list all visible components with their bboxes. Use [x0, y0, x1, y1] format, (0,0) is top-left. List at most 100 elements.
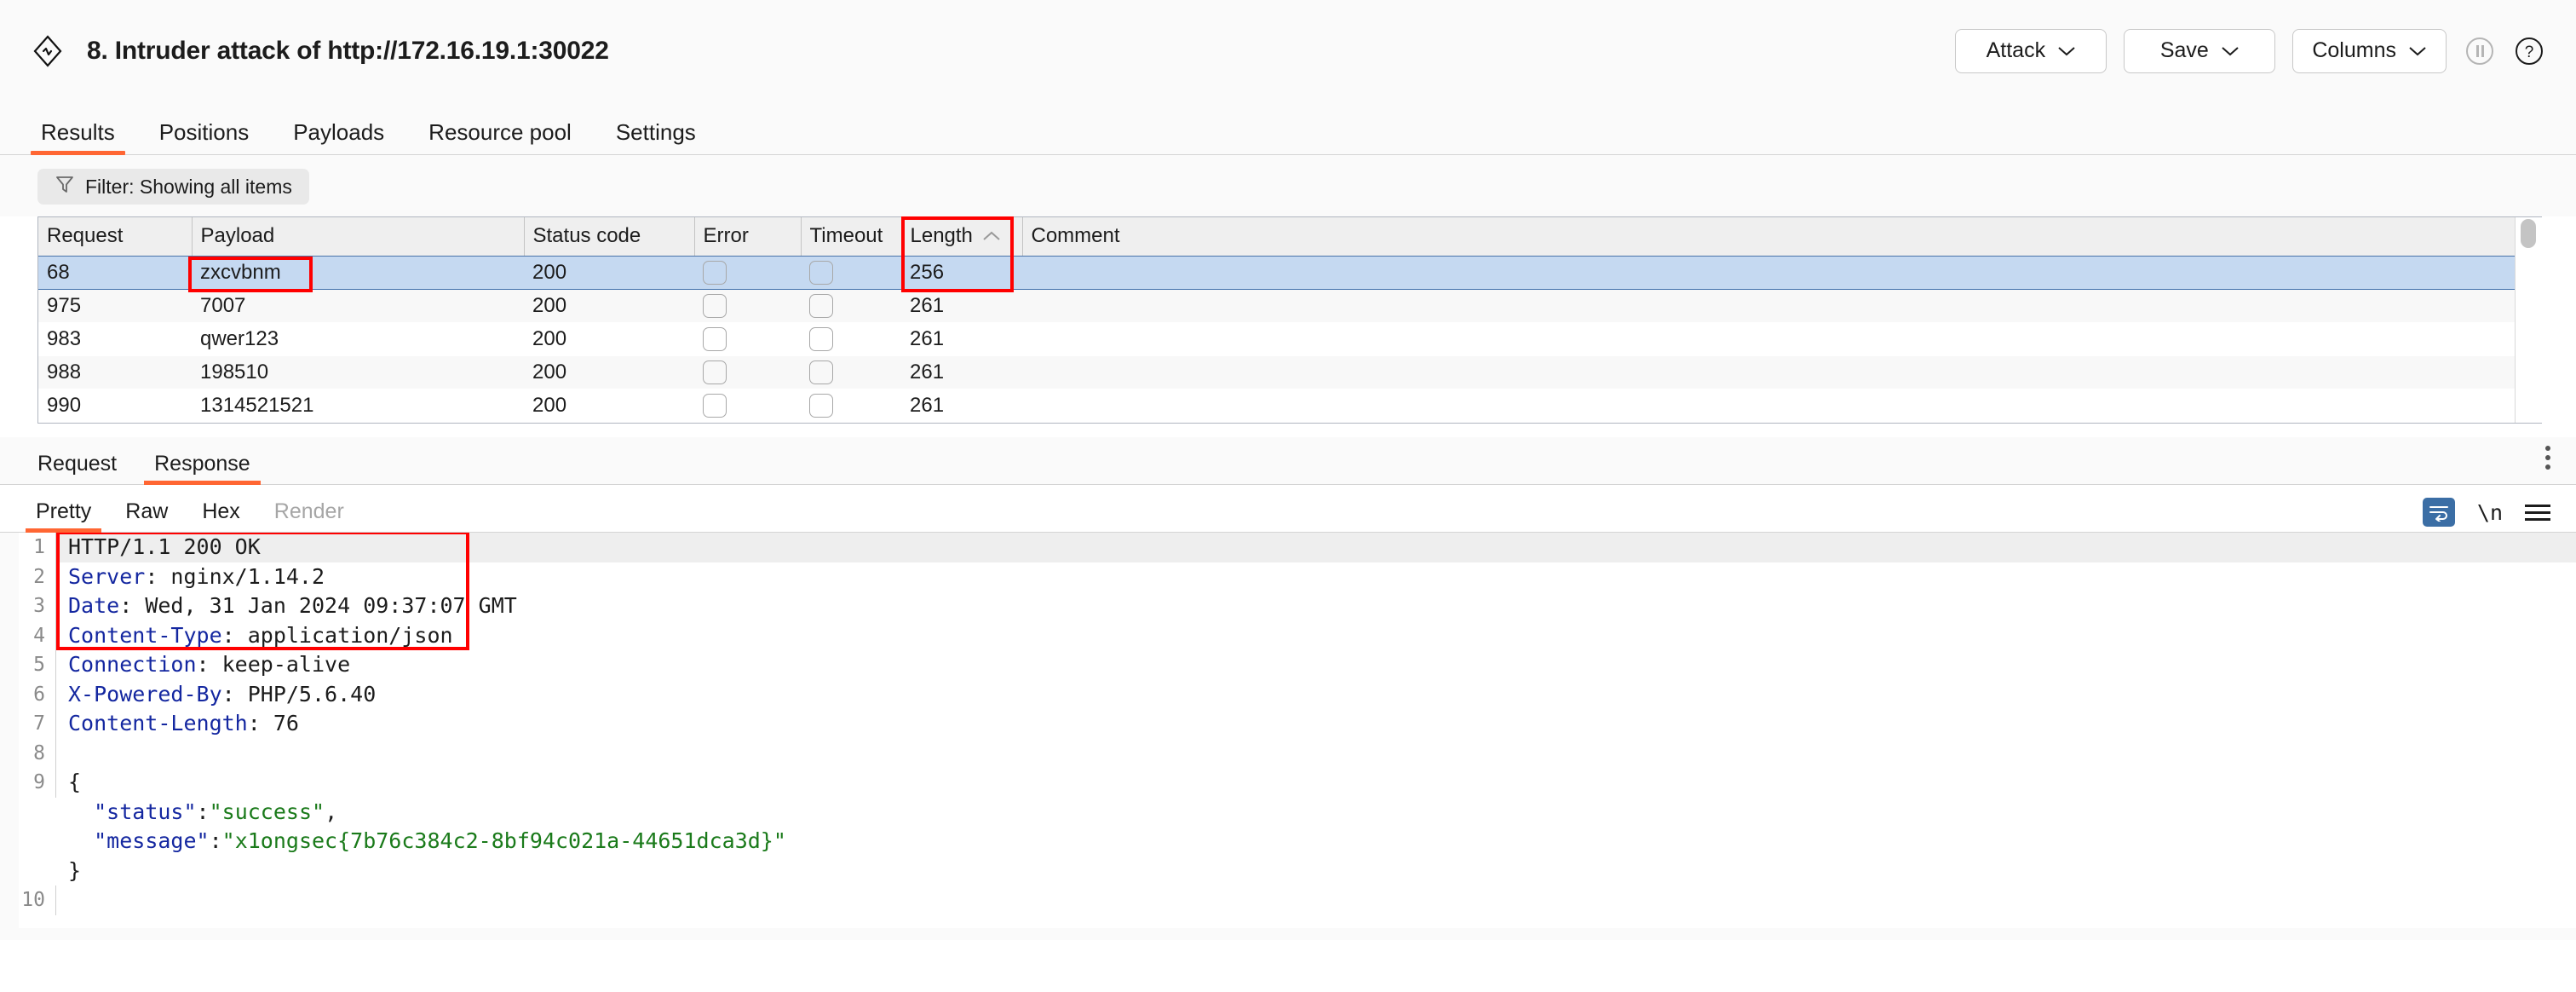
- column-header-status-code[interactable]: Status code: [524, 217, 695, 257]
- json-colon: :: [196, 799, 210, 824]
- save-dropdown-label: Save: [2159, 38, 2209, 62]
- line-content: Connection: keep-alive: [56, 650, 2576, 680]
- table-row[interactable]: 990 1314521521 200 261: [38, 389, 2516, 423]
- attack-dropdown-label: Attack: [1986, 38, 2046, 62]
- columns-dropdown-button[interactable]: Columns: [2292, 28, 2447, 73]
- tab-payloads[interactable]: Payloads: [271, 121, 406, 154]
- column-header-error-label: Error: [703, 224, 749, 247]
- results-table-scrollbar[interactable]: [2515, 217, 2542, 423]
- table-row[interactable]: 988 198510 200 261: [38, 355, 2516, 389]
- cell-comment[interactable]: [1022, 256, 2516, 290]
- filter-button[interactable]: Filter: Showing all items: [37, 169, 309, 205]
- cell-length: 261: [910, 360, 945, 384]
- top-bar-actions: Attack Save Columns ?: [1955, 28, 2545, 73]
- response-code: 1 HTTP/1.1 200 OK 2 Server: nginx/1.14.2…: [0, 533, 2576, 915]
- table-row[interactable]: 68 zxcvbnm 200 256: [38, 256, 2516, 290]
- tab-raw[interactable]: Raw: [108, 501, 185, 532]
- cell-timeout: [801, 256, 901, 290]
- response-viewer[interactable]: 1 HTTP/1.1 200 OK 2 Server: nginx/1.14.2…: [0, 533, 2576, 940]
- column-header-length[interactable]: Length: [901, 217, 1023, 257]
- header-value: : nginx/1.14.2: [145, 563, 325, 589]
- table-row[interactable]: 975 7007 200 261: [38, 289, 2516, 323]
- tab-resource-pool-label: Resource pool: [428, 119, 572, 145]
- column-header-comment-label: Comment: [1031, 224, 1120, 247]
- tab-results[interactable]: Results: [19, 119, 137, 155]
- line-content: Server: nginx/1.14.2: [56, 562, 2576, 592]
- column-header-request-label: Request: [47, 224, 124, 247]
- results-table-body: 68 zxcvbnm 200 256 975 7007 200 261 983 …: [38, 256, 2516, 423]
- header-name: Date: [68, 593, 120, 618]
- line-content: HTTP/1.1 200 OK: [56, 533, 2576, 562]
- kebab-menu-icon[interactable]: [2544, 444, 2552, 476]
- error-checkbox[interactable]: [703, 360, 727, 384]
- timeout-checkbox[interactable]: [809, 294, 833, 318]
- newline-toggle-button[interactable]: \n: [2477, 500, 2503, 525]
- header-value: : 76: [247, 711, 299, 735]
- tab-settings[interactable]: Settings: [594, 121, 718, 154]
- column-header-timeout[interactable]: Timeout: [801, 217, 902, 257]
- code-line: 5 Connection: keep-alive: [0, 650, 2576, 680]
- tab-payloads-label: Payloads: [293, 119, 385, 145]
- save-dropdown-button[interactable]: Save: [2124, 28, 2276, 73]
- cell-error: [694, 256, 801, 290]
- cell-comment[interactable]: [1022, 323, 2516, 356]
- column-header-request[interactable]: Request: [38, 217, 193, 257]
- column-header-payload[interactable]: Payload: [192, 217, 525, 257]
- table-row[interactable]: 983 qwer123 200 261: [38, 322, 2516, 356]
- error-checkbox[interactable]: [703, 294, 727, 318]
- column-header-length-label: Length: [910, 224, 973, 247]
- line-content: Content-Type: application/json: [56, 621, 2576, 651]
- error-checkbox[interactable]: [703, 327, 727, 351]
- code-line: 4 Content-Type: application/json: [0, 620, 2576, 651]
- attack-dropdown-button[interactable]: Attack: [1955, 28, 2107, 73]
- tab-hex[interactable]: Hex: [185, 501, 256, 532]
- status-line-text: HTTP/1.1 200 OK: [68, 534, 261, 559]
- error-checkbox[interactable]: [703, 394, 727, 418]
- results-table: Request Payload Status code Error Timeou…: [38, 217, 2516, 423]
- word-wrap-icon[interactable]: [2422, 498, 2455, 527]
- pause-icon[interactable]: [2464, 35, 2496, 67]
- timeout-checkbox[interactable]: [809, 394, 833, 418]
- tab-resource-pool[interactable]: Resource pool: [406, 121, 594, 154]
- tab-hex-label: Hex: [202, 499, 240, 523]
- json-value-message-flag: "x1ongsec{7b76c384c2-8bf94c021a-44651dca…: [221, 828, 786, 853]
- column-header-error[interactable]: Error: [694, 217, 802, 257]
- viewer-left-rail: [0, 533, 19, 940]
- line-content: }: [56, 856, 2576, 886]
- hamburger-menu-icon[interactable]: [2525, 504, 2550, 521]
- tab-results-label: Results: [41, 119, 115, 145]
- code-line: "status":"success",: [0, 798, 2576, 828]
- cell-comment[interactable]: [1022, 356, 2516, 389]
- tab-pretty[interactable]: Pretty: [19, 501, 108, 533]
- timeout-checkbox[interactable]: [809, 327, 833, 351]
- line-content: Content-Length: 76: [56, 709, 2576, 739]
- timeout-checkbox[interactable]: [809, 360, 833, 384]
- chevron-down-icon: [2221, 38, 2240, 63]
- help-circle-icon[interactable]: ?: [2513, 35, 2545, 67]
- code-line: 3 Date: Wed, 31 Jan 2024 09:37:07 GMT: [0, 591, 2576, 621]
- header-value: : Wed, 31 Jan 2024 09:37:07 GMT: [119, 593, 517, 618]
- tab-response[interactable]: Response: [135, 453, 269, 485]
- scrollbar-thumb[interactable]: [2521, 219, 2536, 248]
- header-value: : application/json: [221, 622, 453, 648]
- error-checkbox[interactable]: [703, 261, 727, 285]
- cell-length: 256: [901, 256, 1022, 290]
- page-title: 8. Intruder attack of http://172.16.19.1…: [87, 36, 609, 65]
- code-line: 7 Content-Length: 76: [0, 709, 2576, 739]
- cell-request: 990: [47, 394, 82, 417]
- cell-status-code: 200: [532, 394, 567, 417]
- cell-comment[interactable]: [1022, 389, 2516, 423]
- cell-comment[interactable]: [1022, 290, 2516, 323]
- code-line: 8: [0, 738, 2576, 768]
- tab-positions[interactable]: Positions: [137, 121, 272, 154]
- cell-error: [694, 389, 801, 423]
- tab-render-label: Render: [273, 499, 344, 523]
- column-header-comment[interactable]: Comment: [1022, 217, 2516, 257]
- cell-request: 983: [47, 327, 82, 350]
- line-content: "message":"x1ongsec{7b76c384c2-8bf94c021…: [56, 827, 2576, 856]
- timeout-checkbox[interactable]: [809, 261, 833, 285]
- tab-request[interactable]: Request: [19, 453, 135, 484]
- funnel-icon: [55, 174, 75, 199]
- json-key-status: "status": [94, 799, 197, 824]
